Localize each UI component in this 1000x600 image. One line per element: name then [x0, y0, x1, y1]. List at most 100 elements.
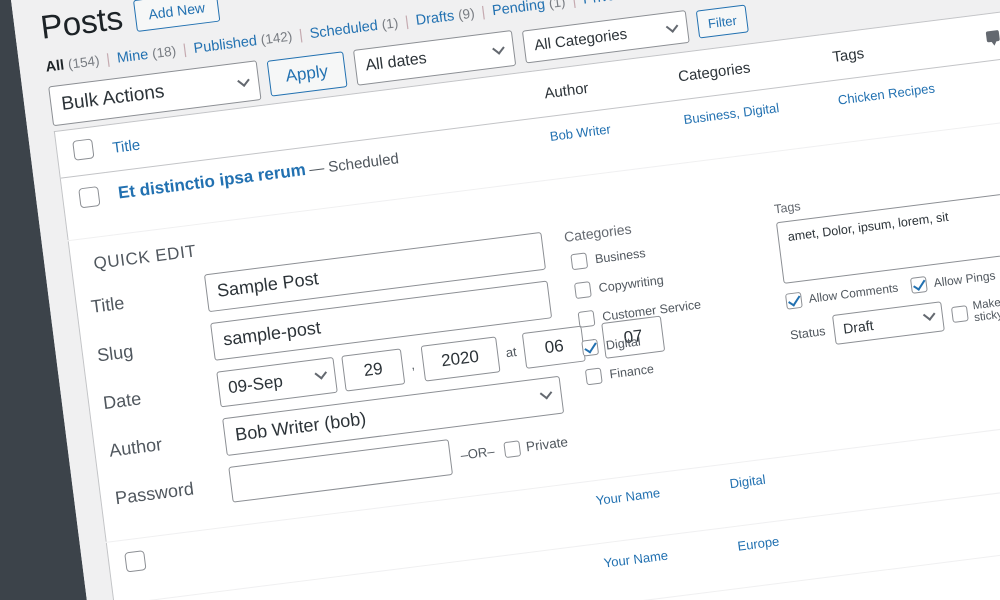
view-scheduled-count: (1)	[380, 15, 400, 33]
category-checklist: Business Copywriting Customer Service Di…	[566, 231, 771, 386]
quick-edit-month-select[interactable]: 09-Sep	[216, 356, 338, 408]
view-private-count: (1)	[631, 0, 649, 1]
date-filter-label: All dates	[364, 50, 428, 75]
row-checkbox[interactable]	[124, 550, 147, 573]
view-scheduled[interactable]: Scheduled (1)	[309, 16, 399, 43]
quick-edit-at-label: at	[504, 344, 518, 361]
category-checkbox[interactable]	[570, 252, 589, 271]
chevron-down-icon	[922, 308, 936, 322]
view-published-count: (142)	[259, 28, 294, 48]
screenshot-viewport: e Mode Howdy, Your Name Screen Options▾ …	[0, 0, 1000, 600]
row-categories-link[interactable]: Business, Digital	[683, 100, 780, 127]
chevron-down-icon	[491, 42, 505, 56]
bulk-actions-label: Bulk Actions	[60, 81, 166, 116]
view-pending[interactable]: Pending (1)	[491, 0, 566, 20]
view-private[interactable]: Private (1)	[582, 0, 649, 8]
quick-edit-year-input[interactable]: 2020	[420, 336, 501, 382]
select-all-checkbox[interactable]	[72, 138, 95, 162]
comment-bubble-icon	[986, 29, 1000, 43]
allow-pings-checkbox[interactable]	[909, 276, 928, 294]
category-checkbox[interactable]	[573, 281, 592, 300]
sep: |	[298, 27, 304, 44]
view-drafts-count: (9)	[457, 5, 476, 23]
view-mine-label: Mine	[116, 47, 150, 67]
content-wrap: Screen Options▾ Help▾ Posts Add New Sear…	[8, 0, 1000, 600]
quick-edit-title-label: Title	[89, 293, 126, 318]
category-checkbox[interactable]	[581, 338, 600, 357]
allow-pings-label: Allow Pings	[932, 268, 997, 291]
quick-edit-author-label: Author	[108, 434, 164, 462]
chevron-down-icon	[539, 387, 553, 401]
quick-edit-author-value: Bob Writer (bob)	[234, 408, 368, 446]
quick-edit-categories-column: Categories Business Copywriting Customer…	[563, 205, 782, 468]
row-categories-link[interactable]: Digital	[729, 472, 767, 491]
apply-button[interactable]: Apply	[266, 51, 348, 97]
quick-edit-day-input[interactable]: 29	[341, 348, 406, 392]
category-label: Customer Service	[601, 297, 702, 324]
sep: |	[105, 51, 112, 69]
row-select-cell	[60, 172, 114, 241]
quick-edit-private-wrap: Private	[503, 434, 569, 459]
column-comments[interactable]	[973, 8, 1000, 63]
view-drafts[interactable]: Drafts (9)	[415, 6, 476, 29]
sep: |	[404, 14, 410, 31]
page-title: Posts	[38, 0, 125, 46]
view-published-label: Published	[192, 33, 258, 58]
row-select-cell	[106, 536, 160, 600]
category-label: Digital	[605, 334, 642, 353]
filter-button[interactable]: Filter	[695, 4, 750, 39]
category-label: Finance	[608, 361, 655, 382]
row-title-link[interactable]: Et distinctio ipsa rerum	[117, 160, 307, 203]
quick-edit-month-value: 09-Sep	[227, 371, 284, 398]
quick-edit-sticky-wrap: Make this post sticky	[950, 287, 1000, 327]
wp-admin-page: e Mode Howdy, Your Name Screen Options▾ …	[0, 0, 1000, 600]
category-checkbox[interactable]	[584, 367, 603, 386]
row-tags-link[interactable]: Chicken Recipes	[837, 81, 936, 108]
view-mine[interactable]: Mine (18)	[116, 44, 177, 67]
quick-edit-slug-label: Slug	[96, 341, 135, 366]
view-drafts-label: Drafts	[414, 8, 456, 30]
sep: |	[571, 0, 578, 10]
quick-edit-password-label: Password	[114, 479, 196, 509]
view-all-label: All	[44, 57, 66, 76]
row-checkbox[interactable]	[78, 186, 101, 209]
chevron-down-icon	[237, 74, 250, 88]
row-author-link[interactable]: Your Name	[603, 547, 669, 570]
view-all[interactable]: All (154)	[45, 53, 101, 76]
view-published[interactable]: Published (142)	[193, 29, 293, 57]
chevron-down-icon	[314, 367, 328, 381]
quick-edit-right-column: Tags amet, Dolor, ipsum, lorem, sit Allo…	[773, 166, 1000, 441]
quick-edit-status-value: Draft	[842, 317, 875, 337]
sticky-label: Make this post sticky	[972, 291, 1000, 325]
sep: |	[182, 42, 188, 59]
date-comma: ,	[410, 357, 416, 373]
allow-comments-checkbox[interactable]	[784, 291, 803, 310]
quick-edit-date-label: Date	[102, 388, 143, 414]
category-label: Business	[594, 246, 647, 267]
quick-edit-status-label: Status	[789, 324, 827, 343]
quick-edit-left-column: Title Sample Post Slug sample-post Date …	[85, 231, 666, 529]
quick-edit-or-label: –OR–	[459, 444, 496, 464]
row-categories-link[interactable]: Europe	[737, 533, 780, 553]
category-label: Copywriting	[597, 272, 665, 296]
quick-edit-status-select[interactable]: Draft	[832, 301, 945, 345]
quick-edit-private-checkbox[interactable]	[503, 440, 522, 459]
pagination: 154 items « ‹ 1 of 8 › »	[919, 0, 1000, 4]
view-all-count: (154)	[67, 53, 101, 73]
quick-edit-actions: Update	[795, 340, 1000, 405]
select-all-header	[54, 126, 106, 179]
sticky-checkbox[interactable]	[950, 305, 969, 324]
view-pending-label: Pending	[491, 0, 547, 20]
category-checkbox[interactable]	[577, 309, 596, 328]
view-scheduled-label: Scheduled	[308, 18, 379, 43]
add-new-button[interactable]: Add New	[132, 0, 221, 33]
view-pending-count: (1)	[548, 0, 567, 12]
quick-edit-private-label: Private	[525, 434, 569, 455]
row-post-state: — Scheduled	[308, 150, 400, 179]
content-inner: Screen Options▾ Help▾ Posts Add New Sear…	[38, 0, 1000, 600]
allow-comments-label: Allow Comments	[807, 280, 899, 306]
sep: |	[480, 4, 487, 21]
row-author-link[interactable]: Bob Writer	[549, 122, 612, 145]
category-filter-label: All Categories	[533, 25, 629, 54]
row-author-link[interactable]: Your Name	[595, 485, 661, 508]
